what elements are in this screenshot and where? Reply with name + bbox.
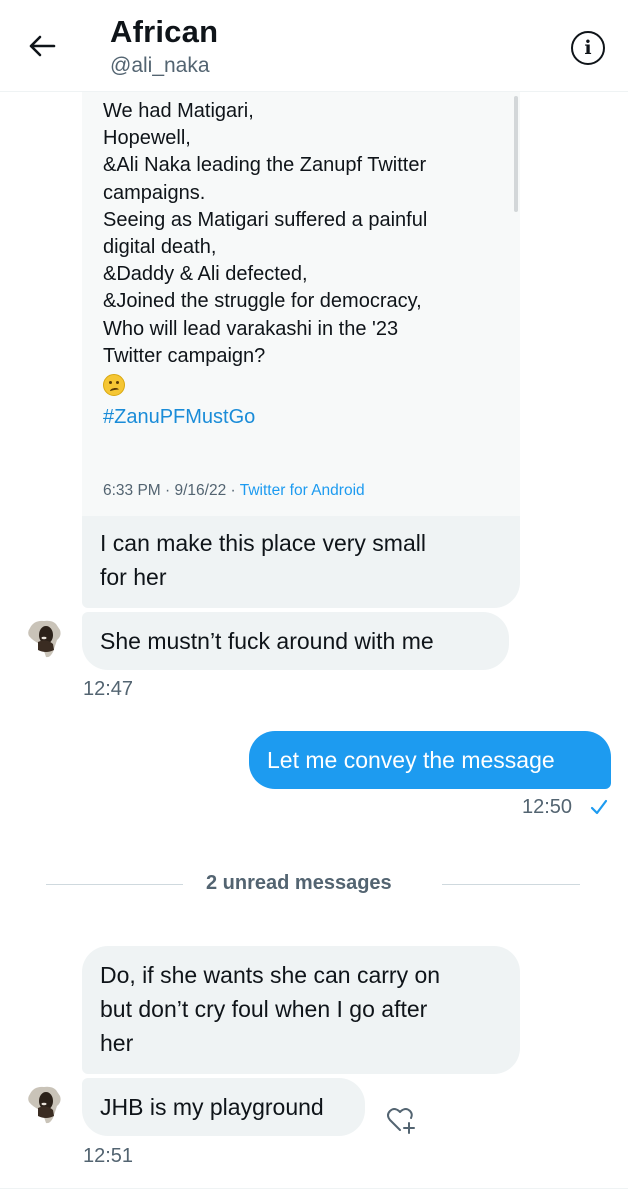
hashtag-link[interactable]: #ZanuPFMustGo	[103, 404, 508, 431]
tweet-line: Hopewell,	[103, 127, 191, 150]
message-timestamp: 12:51	[83, 1145, 134, 1167]
incoming-message[interactable]: I can make this place very small for her	[82, 516, 520, 608]
thinking-face-emoji	[103, 370, 508, 404]
avatar[interactable]	[20, 1080, 68, 1128]
conversation-header: African @ali_naka i	[0, 0, 628, 92]
tweet-timestamp: 6:33 PM · 9/16/22 ·	[103, 482, 240, 499]
message-line: her	[100, 1030, 134, 1056]
incoming-message[interactable]: JHB is my playground	[82, 1078, 365, 1136]
tweet-line: campaigns.	[103, 181, 206, 204]
message-line: for her	[100, 564, 167, 590]
tweet-line: &Daddy & Ali defected,	[103, 263, 308, 286]
tweet-source-link[interactable]: Twitter for Android	[240, 482, 365, 499]
add-reaction-icon[interactable]	[384, 1102, 418, 1136]
incoming-message[interactable]: Do, if she wants she can carry on but do…	[82, 946, 520, 1074]
tweet-line: digital death,	[103, 236, 217, 259]
read-check-icon	[589, 797, 609, 817]
incoming-message[interactable]: She mustn’t fuck around with me	[82, 612, 509, 670]
message-line: Do, if she wants she can carry on	[100, 962, 441, 988]
tweet-line: Twitter campaign?	[103, 344, 266, 367]
unread-divider-line	[46, 884, 183, 885]
tweet-line: Seeing as Matigari suffered a painful	[103, 208, 428, 231]
composer-bar-edge	[0, 1188, 628, 1200]
message-timestamp: 12:47	[83, 678, 134, 700]
quoted-tweet-text: We had Matigari, Hopewell, &Ali Naka lea…	[103, 98, 508, 431]
avatar-africa-silhouette-icon	[28, 620, 61, 658]
thinking-face-icon	[103, 374, 125, 397]
message-line: I can make this place very small	[100, 530, 426, 556]
back-arrow-icon[interactable]	[26, 30, 58, 62]
tweet-meta: 6:33 PM · 9/16/22 · Twitter for Android	[103, 482, 365, 500]
tweet-line: Who will lead varakashi in the '23	[103, 317, 399, 340]
outgoing-message[interactable]: Let me convey the message	[249, 731, 611, 789]
tweet-line: We had Matigari,	[103, 100, 254, 122]
avatar[interactable]	[20, 614, 68, 662]
info-icon[interactable]: i	[571, 31, 605, 65]
conversation-title[interactable]: African	[110, 14, 218, 50]
unread-divider-label: 2 unread messages	[206, 872, 392, 894]
avatar-africa-silhouette-icon	[28, 1086, 61, 1124]
conversation-handle[interactable]: @ali_naka	[110, 54, 210, 78]
message-line: but don’t cry foul when I go after	[100, 996, 428, 1022]
tweet-line: &Ali Naka leading the Zanupf Twitter	[103, 154, 427, 177]
message-timestamp: 12:50	[522, 796, 573, 818]
tweet-scrollbar[interactable]	[514, 96, 518, 212]
tweet-line: &Joined the struggle for democracy,	[103, 290, 422, 313]
unread-divider-line	[442, 884, 580, 885]
